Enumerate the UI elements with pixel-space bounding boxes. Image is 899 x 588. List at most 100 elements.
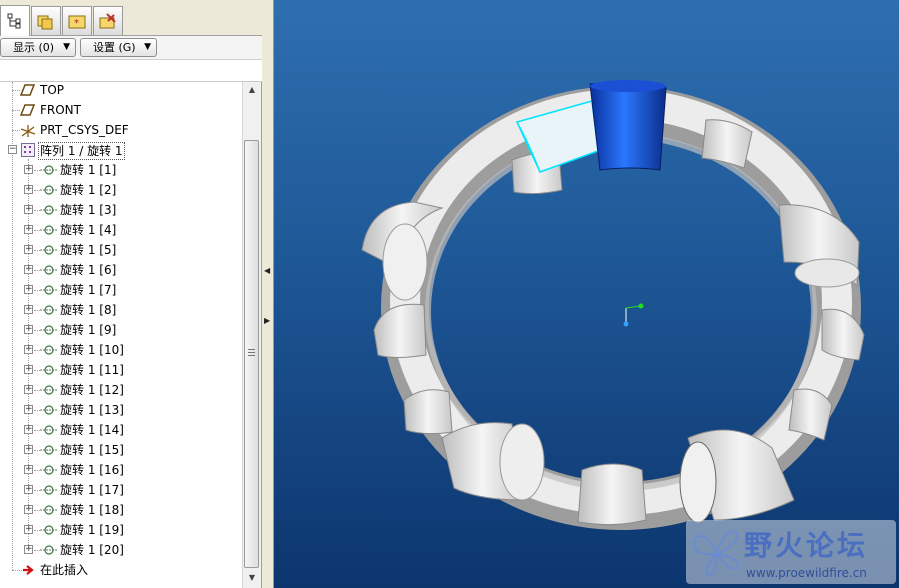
insert-arrow-icon (23, 565, 34, 575)
expand-icon[interactable]: + (24, 205, 33, 214)
tree-item-label: 旋转 1 [3] (60, 203, 117, 217)
coordinate-triad-icon (623, 303, 644, 327)
expand-icon[interactable]: + (24, 285, 33, 294)
tree-item-label: 旋转 1 [2] (60, 183, 117, 197)
tree-item-revolve[interactable]: + 旋转 1 [14] (0, 420, 242, 440)
tree-item-label: TOP (40, 83, 65, 97)
tree-item-label: 旋转 1 [5] (60, 243, 117, 257)
tree-item-revolve[interactable]: + 旋转 1 [1] (0, 160, 242, 180)
tree-item-revolve[interactable]: + 旋转 1 [20] (0, 540, 242, 560)
tree-item-label: 旋转 1 [10] (60, 343, 124, 357)
revolve-feature-icon (40, 185, 58, 195)
tree-item-revolve[interactable]: + 旋转 1 [2] (0, 180, 242, 200)
scrollbar-thumb[interactable] (244, 140, 259, 568)
revolve-feature-icon (40, 505, 58, 515)
expand-icon[interactable]: + (24, 225, 33, 234)
tree-item-label: 旋转 1 [14] (60, 423, 124, 437)
revolve-feature-icon (40, 325, 58, 335)
model-tree-icon (7, 13, 21, 29)
expand-icon[interactable]: + (24, 465, 33, 474)
revolve-feature-icon (40, 345, 58, 355)
expand-icon[interactable]: + (24, 485, 33, 494)
tree-item-label: PRT_CSYS_DEF (40, 123, 129, 137)
expand-icon[interactable]: + (24, 405, 33, 414)
revolve-feature-icon (40, 445, 58, 455)
tree-item-revolve[interactable]: + 旋转 1 [4] (0, 220, 242, 240)
tree-item-revolve[interactable]: + 旋转 1 [18] (0, 500, 242, 520)
expand-icon[interactable]: + (24, 525, 33, 534)
revolve-feature-icon (40, 385, 58, 395)
expand-icon[interactable]: + (24, 165, 33, 174)
folder-browser-icon (37, 15, 53, 30)
expand-icon[interactable]: + (24, 185, 33, 194)
tree-item-revolve[interactable]: + 旋转 1 [8] (0, 300, 242, 320)
tree-item-revolve[interactable]: + 旋转 1 [19] (0, 520, 242, 540)
expand-right-icon[interactable]: ▶ (264, 316, 270, 325)
revolve-feature-icon (40, 305, 58, 315)
tree-scrollbar[interactable]: ▲ ▼ (242, 82, 260, 588)
tree-item-revolve[interactable]: + 旋转 1 [3] (0, 200, 242, 220)
expand-icon[interactable]: + (24, 425, 33, 434)
revolve-feature-icon (40, 525, 58, 535)
tree-item-label: 旋转 1 [15] (60, 443, 124, 457)
tree-item-revolve[interactable]: + 旋转 1 [12] (0, 380, 242, 400)
watermark-url: www.proewildfire.cn (746, 566, 867, 580)
coordinate-system-icon (20, 125, 36, 137)
tree-item-label: 旋转 1 [11] (60, 363, 124, 377)
tree-item-label: 旋转 1 [13] (60, 403, 124, 417)
expand-icon[interactable]: + (24, 265, 33, 274)
tree-item-revolve[interactable]: + 旋转 1 [17] (0, 480, 242, 500)
tree-item-front[interactable]: FRONT (0, 100, 242, 120)
expand-icon[interactable]: + (24, 365, 33, 374)
tree-item-label: 旋转 1 [4] (60, 223, 117, 237)
tab-folder-browser[interactable] (31, 6, 61, 35)
tree-item-label: 旋转 1 [1] (60, 163, 117, 177)
expand-icon[interactable]: + (24, 345, 33, 354)
tab-connections[interactable] (93, 6, 123, 35)
panel-splitter[interactable]: ◀ ▶ (262, 0, 274, 588)
expand-icon[interactable]: + (24, 445, 33, 454)
tree-item-csys[interactable]: PRT_CSYS_DEF (0, 120, 242, 140)
collapse-left-icon[interactable]: ◀ (264, 266, 270, 275)
expand-icon[interactable]: + (24, 385, 33, 394)
expand-icon[interactable]: + (24, 505, 33, 514)
revolve-feature-icon (40, 425, 58, 435)
datum-plane-icon (20, 84, 36, 96)
tree-item-label: 在此插入 (40, 563, 89, 577)
tree-item-insert-here[interactable]: 在此插入 (0, 560, 242, 580)
tab-favorites[interactable]: * (62, 6, 92, 35)
tree-item-revolve[interactable]: + 旋转 1 [5] (0, 240, 242, 260)
tree-item-revolve[interactable]: + 旋转 1 [15] (0, 440, 242, 460)
svg-text:*: * (74, 18, 79, 29)
display-dropdown-button[interactable]: 显示 (0) ▼ (0, 38, 76, 57)
tree-item-label: 旋转 1 [12] (60, 383, 124, 397)
tree-item-label: 旋转 1 [8] (60, 303, 117, 317)
tab-model-tree[interactable] (0, 5, 30, 36)
tree-item-revolve[interactable]: + 旋转 1 [9] (0, 320, 242, 340)
chevron-down-icon: ▼ (63, 42, 70, 52)
tree-item-top[interactable]: TOP (0, 82, 242, 100)
tree-item-revolve[interactable]: + 旋转 1 [11] (0, 360, 242, 380)
butterfly-logo-icon (692, 530, 740, 578)
tree-item-revolve[interactable]: + 旋转 1 [10] (0, 340, 242, 360)
tree-item-revolve[interactable]: + 旋转 1 [13] (0, 400, 242, 420)
scroll-down-icon[interactable]: ▼ (244, 570, 260, 586)
tree-header-strip (0, 60, 262, 82)
expand-icon[interactable]: + (24, 305, 33, 314)
expand-icon[interactable]: + (24, 325, 33, 334)
tree-item-revolve[interactable]: + 旋转 1 [6] (0, 260, 242, 280)
tree-item-pattern[interactable]: − 阵列 1 / 旋转 1 (0, 140, 242, 160)
revolve-feature-icon (40, 265, 58, 275)
expand-icon[interactable]: + (24, 245, 33, 254)
expand-icon[interactable]: + (24, 545, 33, 554)
collapse-icon[interactable]: − (8, 145, 17, 154)
tree-item-revolve[interactable]: + 旋转 1 [7] (0, 280, 242, 300)
tree-item-revolve[interactable]: + 旋转 1 [16] (0, 460, 242, 480)
tree-item-label: 旋转 1 [16] (60, 463, 124, 477)
tree-item-label: 旋转 1 [6] (60, 263, 117, 277)
tree-item-label: 旋转 1 [7] (60, 283, 117, 297)
tree-item-label: 旋转 1 [20] (60, 543, 124, 557)
graphics-viewport[interactable]: 野火论坛 www.proewildfire.cn (274, 0, 899, 588)
settings-dropdown-button[interactable]: 设置 (G) ▼ (80, 38, 157, 57)
scroll-up-icon[interactable]: ▲ (244, 82, 260, 98)
